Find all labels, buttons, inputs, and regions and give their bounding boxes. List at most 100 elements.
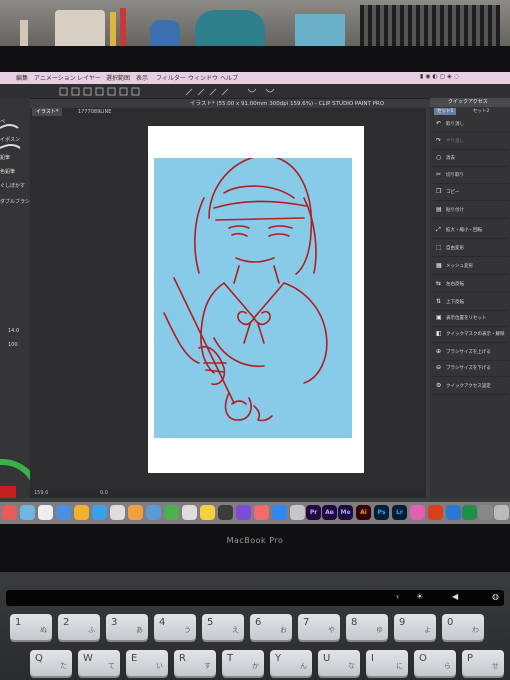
keyboard-key[interactable]: 1ぬ [10,614,52,640]
keyboard-key[interactable]: Iに [366,650,408,676]
quick-access-item[interactable]: ⇅ 上下反転 [432,296,508,311]
keyboard-key[interactable]: 7や [298,614,340,640]
quick-access-item[interactable]: ▤ 貼り付け [432,204,508,219]
dock-app-premiere[interactable]: Pr [306,505,321,520]
key-kana: に [396,662,403,670]
canvas-page[interactable] [148,126,364,473]
dock-app-icon[interactable] [74,505,89,520]
dock-app-icon[interactable] [164,505,179,520]
dock-app-icon[interactable] [128,505,143,520]
dock-app-icon[interactable] [200,505,215,520]
dock-app-icon[interactable] [478,505,493,520]
keyboard-key[interactable]: 0わ [442,614,484,640]
dock-app-icon[interactable] [56,505,71,520]
menu-window[interactable]: ウィンドウ [188,73,218,82]
quick-access-item[interactable]: ▦ メッシュ変形 [432,260,508,275]
keyboard-key[interactable]: Eい [126,650,168,676]
keyboard-key[interactable]: Rす [174,650,216,676]
keyboard-key[interactable]: 3あ [106,614,148,640]
quick-access-item[interactable]: ❐ コピー [432,186,508,201]
laptop-brand: MacBook Pro [226,536,284,545]
keyboard-key[interactable]: Qた [30,650,72,676]
quick-access-item[interactable]: ▣ 表示位置をリセット [432,312,508,327]
tab-set1[interactable]: セット1 [434,108,457,115]
dock-app-icon[interactable] [446,505,461,520]
quick-access-item[interactable]: ✂ 切り取り [432,169,508,184]
menu-filter[interactable]: フィルター [156,73,186,82]
menu-selection[interactable]: 選択範囲 [106,73,130,82]
trash-icon[interactable] [494,505,509,520]
key-kana: あ [136,626,143,634]
quick-access-item[interactable]: ◧ クイックマスクの表示・解除 [432,328,508,343]
dock-app-lightroom[interactable]: Lr [392,505,407,520]
document-title: イラスト* (55.00 x 91.00mm 300dpi 159.6%) - … [190,101,385,107]
dock-app-icon[interactable] [254,505,269,520]
quick-access-item[interactable]: ⬚ 自由変形 [432,242,508,257]
quick-access-label: メッシュ変形 [446,264,473,269]
dock-app-icon[interactable] [2,505,17,520]
keyboard-key[interactable]: 8ゆ [346,614,388,640]
siri-icon[interactable]: ◍ [492,592,499,601]
keyboard-key[interactable]: Tか [222,650,264,676]
dock-app-icon[interactable] [218,505,233,520]
quick-access-label: 取り消し [446,122,464,127]
scale-icon: ⤢ [436,226,441,233]
undo-icon: ↶ [436,120,442,127]
menu-animation[interactable]: アニメーション [34,73,76,82]
keyboard-key[interactable]: Pせ [462,650,504,676]
canvas-area[interactable] [30,116,426,489]
zoom-readout[interactable]: 159.6 [34,490,48,496]
quick-access-item[interactable]: ⊕ ブラシサイズを上げる [432,346,508,361]
color-wheel[interactable] [0,98,30,498]
dock-app-after-effects[interactable]: Ae [322,505,337,520]
dock-app-photoshop[interactable]: Ps [374,505,389,520]
touch-bar[interactable]: ‹ ☀ ◀ ◍ [6,590,504,606]
dock-app-icon[interactable] [38,505,53,520]
quick-access-item[interactable]: ⇆ 左右反転 [432,278,508,293]
quick-access-label: 自由変形 [446,246,464,251]
keyboard-key[interactable]: Uな [318,650,360,676]
quick-access-item[interactable]: ⚙ クイックアクセス設定 [432,380,508,395]
menu-view[interactable]: 表示 [136,73,148,82]
menu-help[interactable]: ヘルプ [220,73,238,82]
dock-app-icon[interactable] [410,505,425,520]
keyboard-key[interactable]: 2ふ [58,614,100,640]
brightness-icon[interactable]: ☀ [416,592,423,601]
key-label: T [227,653,234,664]
quick-access-item[interactable]: ○ 消去 [432,152,508,167]
chevron-left-icon[interactable]: ‹ [396,592,399,601]
dock-app-icon[interactable] [272,505,287,520]
toolbar-icons[interactable] [0,85,510,99]
quick-access-item[interactable]: ↷ やり直し [432,135,508,150]
macos-dock: Pr Ae Me Ai Ps Lr [0,502,510,524]
dock-app-icon[interactable] [290,505,305,520]
dock-app-icon[interactable] [462,505,477,520]
menu-edit[interactable]: 編集 [16,73,28,82]
dock-app-icon[interactable] [182,505,197,520]
dock-app-icon[interactable] [92,505,107,520]
keyboard-key[interactable]: Wて [78,650,120,676]
dock-app-icon[interactable] [110,505,125,520]
dock-app-icon[interactable] [20,505,35,520]
menu-layer[interactable]: レイヤー [77,73,101,82]
volume-mute-icon[interactable]: ◀ [452,592,458,601]
quick-access-item[interactable]: ⤢ 拡大・縮小・回転 [432,224,508,239]
keyboard-key[interactable]: 4う [154,614,196,640]
dock-app-media-encoder[interactable]: Me [338,505,353,520]
dock-app-icon[interactable] [428,505,443,520]
quick-access-item[interactable]: ↶ 取り消し [432,118,508,133]
keyboard-key[interactable]: 5え [202,614,244,640]
dock-app-icon[interactable] [236,505,251,520]
keyboard-key[interactable]: Oら [414,650,456,676]
quick-access-item[interactable]: ⊖ ブラシサイズを下げる [432,362,508,377]
tab-line[interactable]: 1777089LINE [74,108,115,116]
dock-app-icon[interactable] [146,505,161,520]
keyboard-key[interactable]: 9よ [394,614,436,640]
key-kana: か [252,662,259,670]
keyboard-key[interactable]: 6お [250,614,292,640]
tab-illustration[interactable]: イラスト* [32,108,63,116]
dock-app-illustrator[interactable]: Ai [356,505,371,520]
angle-readout[interactable]: 0.0 [100,490,108,496]
keyboard-key[interactable]: Yん [270,650,312,676]
tab-set2[interactable]: セット2 [470,108,492,115]
